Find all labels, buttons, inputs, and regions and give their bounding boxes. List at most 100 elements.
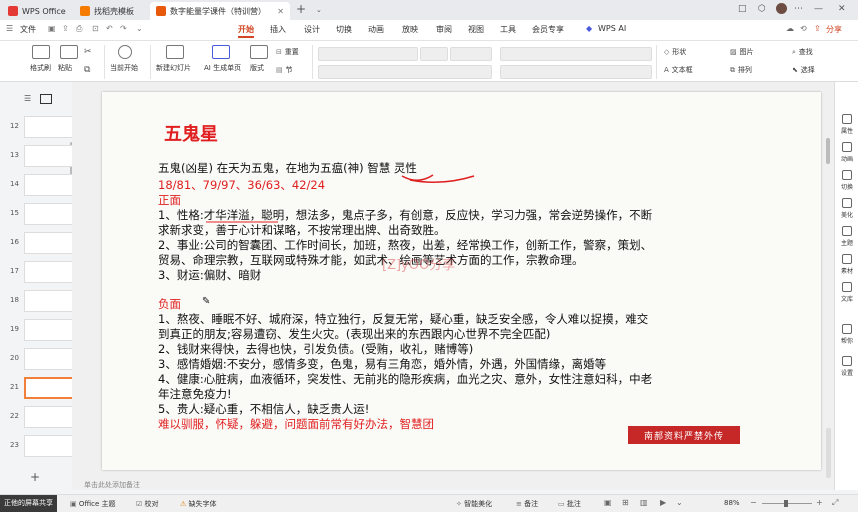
shapes-button[interactable]: ◇ 形状 bbox=[664, 47, 686, 57]
menu-view[interactable]: 视图 bbox=[468, 24, 484, 35]
settings-button[interactable]: 设置 bbox=[835, 356, 858, 377]
print-icon[interactable]: ⎙ bbox=[76, 24, 82, 34]
zoom-level[interactable]: 88% bbox=[724, 499, 740, 507]
tab-wps-office[interactable]: WPS Office bbox=[2, 2, 72, 20]
menu-member[interactable]: 会员专享 bbox=[532, 24, 564, 35]
tab-document[interactable]: 数字能量学课件（特训营） ✕ bbox=[150, 2, 290, 20]
thumbnail-view-icon[interactable] bbox=[40, 94, 52, 104]
save-icon[interactable]: ▣ bbox=[48, 24, 56, 33]
share-icon[interactable]: ⇪ bbox=[814, 24, 821, 33]
font-size-buttons[interactable] bbox=[450, 47, 492, 61]
wps-ai-icon[interactable]: ◆ bbox=[586, 24, 592, 33]
slide-thumbnail[interactable] bbox=[24, 203, 76, 225]
add-slide-icon[interactable]: + bbox=[30, 470, 40, 484]
font-size-select[interactable] bbox=[420, 47, 448, 61]
material-button[interactable]: 素材 bbox=[835, 254, 858, 275]
play-icon[interactable]: ▶ bbox=[660, 498, 666, 507]
new-tab-button[interactable]: + bbox=[296, 2, 306, 16]
slide-thumbnail[interactable] bbox=[24, 435, 76, 457]
more-icon[interactable]: ⋯ bbox=[794, 4, 803, 14]
slide-thumbnail[interactable] bbox=[24, 348, 76, 370]
chevron-down-icon[interactable]: ⌄ bbox=[676, 498, 683, 507]
new-slide-button[interactable]: 新建幻灯片 bbox=[156, 45, 191, 73]
slide-thumbnail[interactable] bbox=[24, 232, 76, 254]
menu-home[interactable]: 开始 bbox=[238, 24, 254, 35]
menu-slideshow[interactable]: 放映 bbox=[402, 24, 418, 35]
chevron-down-icon[interactable]: ⌄ bbox=[136, 24, 143, 33]
slide-thumbnail[interactable] bbox=[24, 145, 76, 167]
help-button[interactable]: 帮你 bbox=[835, 324, 858, 345]
undo-icon[interactable]: ↶ bbox=[106, 24, 113, 33]
menu-file[interactable]: 文件 bbox=[20, 24, 36, 35]
comments-button[interactable]: ▭ 批注 bbox=[558, 499, 581, 509]
zoom-in-icon[interactable]: + bbox=[816, 498, 823, 507]
menu-transition[interactable]: 切换 bbox=[336, 24, 352, 35]
normal-view-icon[interactable]: ▣ bbox=[604, 498, 612, 507]
slide-thumbnail[interactable] bbox=[24, 377, 76, 399]
slide-scrollbar-track[interactable] bbox=[826, 428, 831, 478]
slide-thumbnail[interactable] bbox=[24, 174, 76, 196]
play-from-current-button[interactable]: 当前开始 bbox=[110, 45, 138, 73]
hamburger-icon[interactable]: ☰ bbox=[6, 24, 13, 33]
outline-view-icon[interactable]: ☰ bbox=[24, 94, 31, 103]
slide-thumbnail[interactable] bbox=[24, 290, 76, 312]
library-button[interactable]: 文库 bbox=[835, 282, 858, 303]
beautify-button[interactable]: 美化 bbox=[835, 198, 858, 219]
slide-canvas[interactable]: 五鬼星 五鬼(凶星) 在天为五鬼，在地为五瘟(神) 智慧 灵性 18/81、79… bbox=[102, 92, 821, 470]
tab-template[interactable]: 找稻壳模板 bbox=[74, 2, 146, 20]
transition-button[interactable]: 切换 bbox=[835, 170, 858, 191]
select-button[interactable]: ⬉ 选择 bbox=[792, 65, 815, 75]
section-button[interactable]: ▤ 节 bbox=[276, 65, 293, 75]
menu-insert[interactable]: 插入 bbox=[270, 24, 286, 35]
font-name-select[interactable] bbox=[318, 47, 418, 61]
paragraph-buttons[interactable] bbox=[500, 47, 652, 61]
missing-font-button[interactable]: ⚠ 缺失字体 bbox=[180, 499, 217, 509]
reading-view-icon[interactable]: ▥ bbox=[640, 498, 648, 507]
menu-wps-ai[interactable]: WPS AI bbox=[598, 24, 626, 33]
restore-icon[interactable]: □ bbox=[738, 4, 747, 14]
menu-review[interactable]: 审阅 bbox=[436, 24, 452, 35]
minimize-icon[interactable]: — bbox=[814, 4, 823, 14]
ai-slide-button[interactable]: AI 生成单页 bbox=[204, 45, 241, 73]
paste-button[interactable]: 粘贴 bbox=[58, 45, 78, 73]
zoom-slider-thumb[interactable] bbox=[784, 500, 788, 507]
close-window-icon[interactable]: ✕ bbox=[838, 4, 846, 14]
close-tab-icon[interactable]: ✕ bbox=[277, 7, 284, 16]
alignment-buttons[interactable] bbox=[500, 65, 652, 79]
cloud-icon[interactable]: ☁ bbox=[786, 24, 794, 33]
notes-button[interactable]: ≡ 备注 bbox=[516, 499, 538, 509]
menu-tools[interactable]: 工具 bbox=[500, 24, 516, 35]
slide-scrollbar[interactable] bbox=[826, 138, 830, 164]
menu-animation[interactable]: 动画 bbox=[368, 24, 384, 35]
avatar[interactable] bbox=[776, 3, 787, 14]
slide-thumbnail[interactable] bbox=[24, 319, 76, 341]
history-icon[interactable]: ⟲ bbox=[800, 24, 807, 33]
sorter-view-icon[interactable]: ⊞ bbox=[622, 498, 629, 507]
cube-icon[interactable]: ⬡ bbox=[758, 4, 766, 14]
theme-button[interactable]: 主题 bbox=[835, 226, 858, 247]
textbox-button[interactable]: A 文本框 bbox=[664, 65, 693, 75]
properties-button[interactable]: 属性 bbox=[835, 114, 858, 135]
arrange-button[interactable]: ⧉ 排列 bbox=[730, 65, 752, 75]
image-button[interactable]: ▨ 图片 bbox=[730, 47, 754, 57]
smart-beautify-button[interactable]: ✧ 智能美化 bbox=[456, 499, 492, 509]
animation-button[interactable]: 动画 bbox=[835, 142, 858, 163]
menu-design[interactable]: 设计 bbox=[304, 24, 320, 35]
layout-button[interactable]: 版式 bbox=[250, 45, 268, 73]
slide-thumbnail[interactable] bbox=[24, 261, 76, 283]
preview-icon[interactable]: ⊡ bbox=[92, 24, 99, 33]
theme-indicator[interactable]: ▣ Office 主题 bbox=[70, 499, 116, 509]
export-icon[interactable]: ⇪ bbox=[62, 24, 69, 33]
chevron-down-icon[interactable]: ⌄ bbox=[316, 6, 322, 14]
redo-icon[interactable]: ↷ bbox=[120, 24, 127, 33]
notes-field[interactable]: 单击此处添加备注 bbox=[84, 480, 140, 490]
proofread-button[interactable]: ☑ 校对 bbox=[136, 499, 159, 509]
slide-thumbnail[interactable] bbox=[24, 406, 76, 428]
font-style-buttons[interactable] bbox=[318, 65, 492, 79]
find-button[interactable]: ⌕ 查找 bbox=[792, 47, 813, 57]
zoom-out-icon[interactable]: − bbox=[750, 498, 757, 507]
share-button[interactable]: 分享 bbox=[826, 24, 842, 35]
format-painter-button[interactable]: 格式刷 bbox=[30, 45, 51, 73]
copy-icon[interactable]: ⧉ bbox=[84, 65, 90, 75]
reset-button[interactable]: ⊟ 重置 bbox=[276, 47, 299, 57]
